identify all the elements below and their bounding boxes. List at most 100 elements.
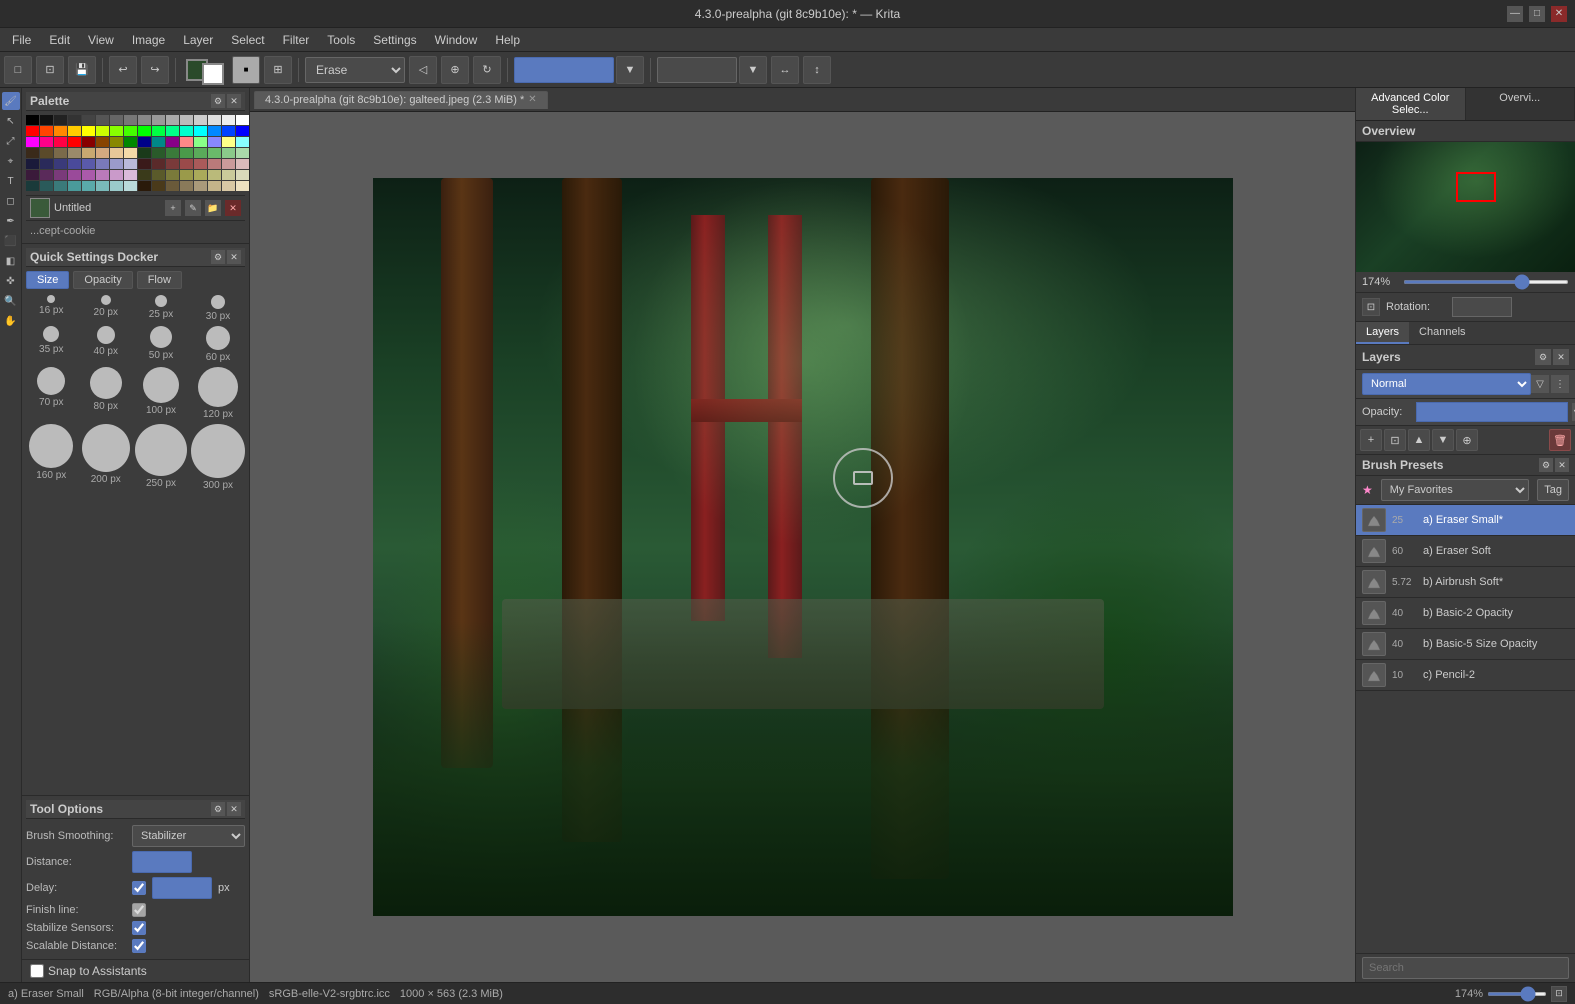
color-cell[interactable] bbox=[208, 148, 221, 158]
color-cell[interactable] bbox=[110, 148, 123, 158]
color-cell[interactable] bbox=[96, 115, 109, 125]
color-cell[interactable] bbox=[222, 170, 235, 180]
brush-size-item[interactable]: 200 px bbox=[81, 424, 132, 491]
brush-preset-item[interactable]: 60a) Eraser Soft bbox=[1356, 536, 1575, 567]
brush-size-item[interactable]: 70 px bbox=[26, 367, 77, 420]
favorites-dropdown[interactable]: My Favorites bbox=[1381, 479, 1529, 501]
brush-size-item[interactable]: 16 px bbox=[26, 295, 77, 322]
move-up-btn[interactable]: ▲ bbox=[1408, 429, 1430, 451]
color-cell[interactable] bbox=[166, 137, 179, 147]
tab-size[interactable]: Size bbox=[26, 271, 69, 289]
color-cell[interactable] bbox=[124, 115, 137, 125]
folder-palette-btn[interactable]: 📁 bbox=[205, 200, 221, 216]
color-cell[interactable] bbox=[152, 115, 165, 125]
color-cell[interactable] bbox=[236, 181, 249, 191]
to-settings-btn[interactable]: ⚙ bbox=[211, 802, 225, 816]
color-cell[interactable] bbox=[82, 181, 95, 191]
color-cell[interactable] bbox=[138, 148, 151, 158]
color-cell[interactable] bbox=[166, 170, 179, 180]
color-cell[interactable] bbox=[26, 137, 39, 147]
menu-item-file[interactable]: File bbox=[4, 31, 39, 49]
color-cell[interactable] bbox=[222, 126, 235, 136]
color-cell[interactable] bbox=[54, 148, 67, 158]
size-input[interactable]: Size: 25.00 px bbox=[657, 57, 737, 83]
zoom-slider[interactable] bbox=[1403, 280, 1569, 284]
color-cell[interactable] bbox=[68, 115, 81, 125]
color-cell[interactable] bbox=[222, 137, 235, 147]
color-cell[interactable] bbox=[180, 159, 193, 169]
tool-brush[interactable]: 🖌 bbox=[2, 92, 20, 110]
group-layer-btn[interactable]: ⊡ bbox=[1384, 429, 1406, 451]
color-cell[interactable] bbox=[166, 148, 179, 158]
move-down-btn[interactable]: ▼ bbox=[1432, 429, 1454, 451]
color-cell[interactable] bbox=[194, 181, 207, 191]
color-cell[interactable] bbox=[40, 126, 53, 136]
color-cell[interactable] bbox=[68, 159, 81, 169]
color-cell[interactable] bbox=[194, 159, 207, 169]
brush-size-item[interactable]: 300 px bbox=[191, 424, 245, 491]
color-cell[interactable] bbox=[54, 137, 67, 147]
color-cell[interactable] bbox=[166, 115, 179, 125]
brush-size-item[interactable]: 40 px bbox=[81, 326, 132, 363]
brush-preset-item[interactable]: 10c) Pencil-2 bbox=[1356, 660, 1575, 691]
color-cell[interactable] bbox=[68, 126, 81, 136]
color-cell[interactable] bbox=[82, 159, 95, 169]
color-cell[interactable] bbox=[152, 181, 165, 191]
color-cell[interactable] bbox=[180, 170, 193, 180]
brush-size-item[interactable]: 50 px bbox=[135, 326, 187, 363]
color-cell[interactable] bbox=[110, 181, 123, 191]
color-cell[interactable] bbox=[26, 148, 39, 158]
color-cell[interactable] bbox=[40, 170, 53, 180]
color-cell[interactable] bbox=[152, 159, 165, 169]
color-cell[interactable] bbox=[124, 159, 137, 169]
color-cell[interactable] bbox=[222, 159, 235, 169]
delay-checkbox[interactable] bbox=[132, 881, 146, 895]
color-cell[interactable] bbox=[96, 181, 109, 191]
color-cell[interactable] bbox=[138, 170, 151, 180]
color-cell[interactable] bbox=[152, 170, 165, 180]
color-cell[interactable] bbox=[26, 126, 39, 136]
opacity-input[interactable]: Opacity: 100% bbox=[514, 57, 614, 83]
color-cell[interactable] bbox=[40, 137, 53, 147]
brush-size-item[interactable]: 80 px bbox=[81, 367, 132, 420]
color-cell[interactable] bbox=[236, 159, 249, 169]
tool-fill[interactable]: ⬛ bbox=[2, 232, 20, 250]
flip-h-button[interactable]: ↔ bbox=[771, 56, 799, 84]
brush-preset-button[interactable]: ■ bbox=[232, 56, 260, 84]
color-cell[interactable] bbox=[124, 181, 137, 191]
color-cell[interactable] bbox=[110, 137, 123, 147]
layers-close-btn[interactable]: ✕ bbox=[1553, 349, 1569, 365]
color-cell[interactable] bbox=[68, 148, 81, 158]
brush-size-item[interactable]: 100 px bbox=[135, 367, 187, 420]
color-cell[interactable] bbox=[124, 137, 137, 147]
new-button[interactable]: □ bbox=[4, 56, 32, 84]
scalable-distance-checkbox[interactable] bbox=[132, 939, 146, 953]
color-cell[interactable] bbox=[96, 159, 109, 169]
color-cell[interactable] bbox=[82, 126, 95, 136]
palette-close-btn[interactable]: ✕ bbox=[227, 94, 241, 108]
color-cell[interactable] bbox=[194, 126, 207, 136]
color-cell[interactable] bbox=[208, 137, 221, 147]
color-cell[interactable] bbox=[138, 126, 151, 136]
distance-input[interactable]: $0.0 bbox=[132, 851, 192, 873]
background-color[interactable] bbox=[202, 63, 224, 85]
color-cell[interactable] bbox=[138, 137, 151, 147]
channels-tab[interactable]: Channels bbox=[1409, 322, 1475, 344]
color-cell[interactable] bbox=[96, 170, 109, 180]
add-palette-btn[interactable]: + bbox=[165, 200, 181, 216]
color-cell[interactable] bbox=[194, 115, 207, 125]
to-close-btn[interactable]: ✕ bbox=[227, 802, 241, 816]
duplicate-btn[interactable]: ⊕ bbox=[1456, 429, 1478, 451]
canvas-tab-close[interactable]: ✕ bbox=[528, 94, 536, 105]
stabilize-sensors-checkbox[interactable] bbox=[132, 921, 146, 935]
tab-flow[interactable]: Flow bbox=[137, 271, 182, 289]
color-cell[interactable] bbox=[138, 115, 151, 125]
del-palette-btn[interactable]: ✕ bbox=[225, 200, 241, 216]
color-cell[interactable] bbox=[110, 126, 123, 136]
color-cell[interactable] bbox=[26, 181, 39, 191]
color-cell[interactable] bbox=[222, 115, 235, 125]
color-cell[interactable] bbox=[40, 181, 53, 191]
color-cell[interactable] bbox=[138, 159, 151, 169]
canvas-viewport[interactable] bbox=[250, 112, 1355, 982]
tool-text[interactable]: T bbox=[2, 172, 20, 190]
